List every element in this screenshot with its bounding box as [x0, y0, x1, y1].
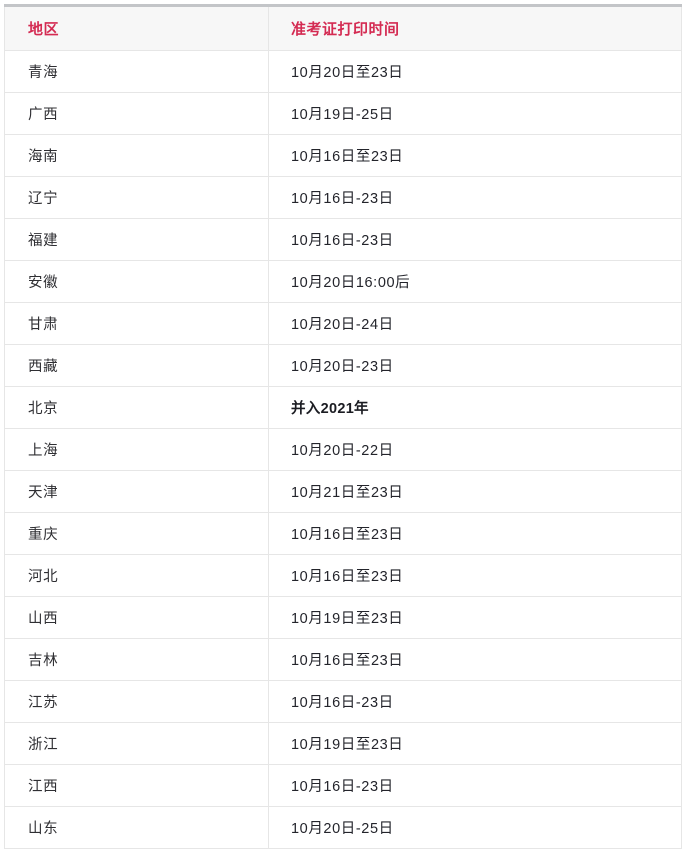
column-header-region: 地区 [4, 5, 269, 51]
cell-print-time: 10月16日至23日 [268, 134, 682, 177]
table-row: 上海 10月20日-22日 [4, 428, 682, 471]
table-body: 青海 10月20日至23日 广西 10月19日-25日 海南 10月16日至23日 辽宁 10… [4, 50, 682, 849]
cell-print-time: 10月20日-23日 [268, 344, 682, 387]
cell-region: 甘肃 [4, 302, 269, 345]
cell-region: 江苏 [4, 680, 269, 723]
cell-region: 安徽 [4, 260, 269, 303]
table-row: 西藏 10月20日-23日 [4, 344, 682, 387]
cell-region: 山西 [4, 596, 269, 639]
schedule-table-container: 地区 准考证打印时间 青海 10月20日至23日 广西 10月19日-25日 海南 10月… [0, 0, 686, 854]
cell-region: 天津 [4, 470, 269, 513]
table-row: 广西 10月19日-25日 [4, 92, 682, 135]
exam-admission-ticket-schedule-table: 地区 准考证打印时间 青海 10月20日至23日 广西 10月19日-25日 海南 10月… [4, 4, 682, 849]
table-row: 海南 10月16日至23日 [4, 134, 682, 177]
cell-region: 浙江 [4, 722, 269, 765]
table-row: 浙江 10月19日至23日 [4, 722, 682, 765]
cell-print-time: 10月16日至23日 [268, 512, 682, 555]
cell-region: 西藏 [4, 344, 269, 387]
cell-print-time: 10月16日-23日 [268, 218, 682, 261]
cell-region: 重庆 [4, 512, 269, 555]
cell-region: 福建 [4, 218, 269, 261]
table-row: 天津 10月21日至23日 [4, 470, 682, 513]
cell-print-time: 10月16日-23日 [268, 176, 682, 219]
cell-print-time: 10月19日至23日 [268, 722, 682, 765]
cell-region: 江西 [4, 764, 269, 807]
cell-print-time: 10月20日至23日 [268, 50, 682, 93]
column-header-print-time: 准考证打印时间 [268, 5, 682, 51]
table-row: 江西 10月16日-23日 [4, 764, 682, 807]
cell-print-time: 10月16日-23日 [268, 764, 682, 807]
cell-region: 山东 [4, 806, 269, 849]
cell-region: 辽宁 [4, 176, 269, 219]
cell-print-time: 10月19日-25日 [268, 92, 682, 135]
cell-region: 河北 [4, 554, 269, 597]
cell-print-time: 10月21日至23日 [268, 470, 682, 513]
table-row: 山东 10月20日-25日 [4, 806, 682, 849]
table-row: 福建 10月16日-23日 [4, 218, 682, 261]
table-row: 河北 10月16日至23日 [4, 554, 682, 597]
table-row: 吉林 10月16日至23日 [4, 638, 682, 681]
cell-print-time: 10月20日16:00后 [268, 260, 682, 303]
table-row: 青海 10月20日至23日 [4, 50, 682, 93]
cell-region: 海南 [4, 134, 269, 177]
cell-print-time: 10月16日-23日 [268, 680, 682, 723]
table-row: 重庆 10月16日至23日 [4, 512, 682, 555]
cell-region: 上海 [4, 428, 269, 471]
table-row: 北京 并入2021年 [4, 386, 682, 429]
table-row: 江苏 10月16日-23日 [4, 680, 682, 723]
cell-print-time: 10月16日至23日 [268, 638, 682, 681]
cell-region: 北京 [4, 386, 269, 429]
table-header-row: 地区 准考证打印时间 [4, 5, 682, 51]
cell-print-time: 10月20日-22日 [268, 428, 682, 471]
cell-print-time: 10月20日-24日 [268, 302, 682, 345]
cell-print-time: 10月20日-25日 [268, 806, 682, 849]
table-header: 地区 准考证打印时间 [4, 5, 682, 51]
table-row: 山西 10月19日至23日 [4, 596, 682, 639]
cell-region: 吉林 [4, 638, 269, 681]
table-row: 辽宁 10月16日-23日 [4, 176, 682, 219]
cell-print-time: 10月19日至23日 [268, 596, 682, 639]
cell-region: 青海 [4, 50, 269, 93]
cell-print-time: 并入2021年 [268, 386, 682, 429]
table-row: 安徽 10月20日16:00后 [4, 260, 682, 303]
cell-region: 广西 [4, 92, 269, 135]
cell-print-time: 10月16日至23日 [268, 554, 682, 597]
table-row: 甘肃 10月20日-24日 [4, 302, 682, 345]
